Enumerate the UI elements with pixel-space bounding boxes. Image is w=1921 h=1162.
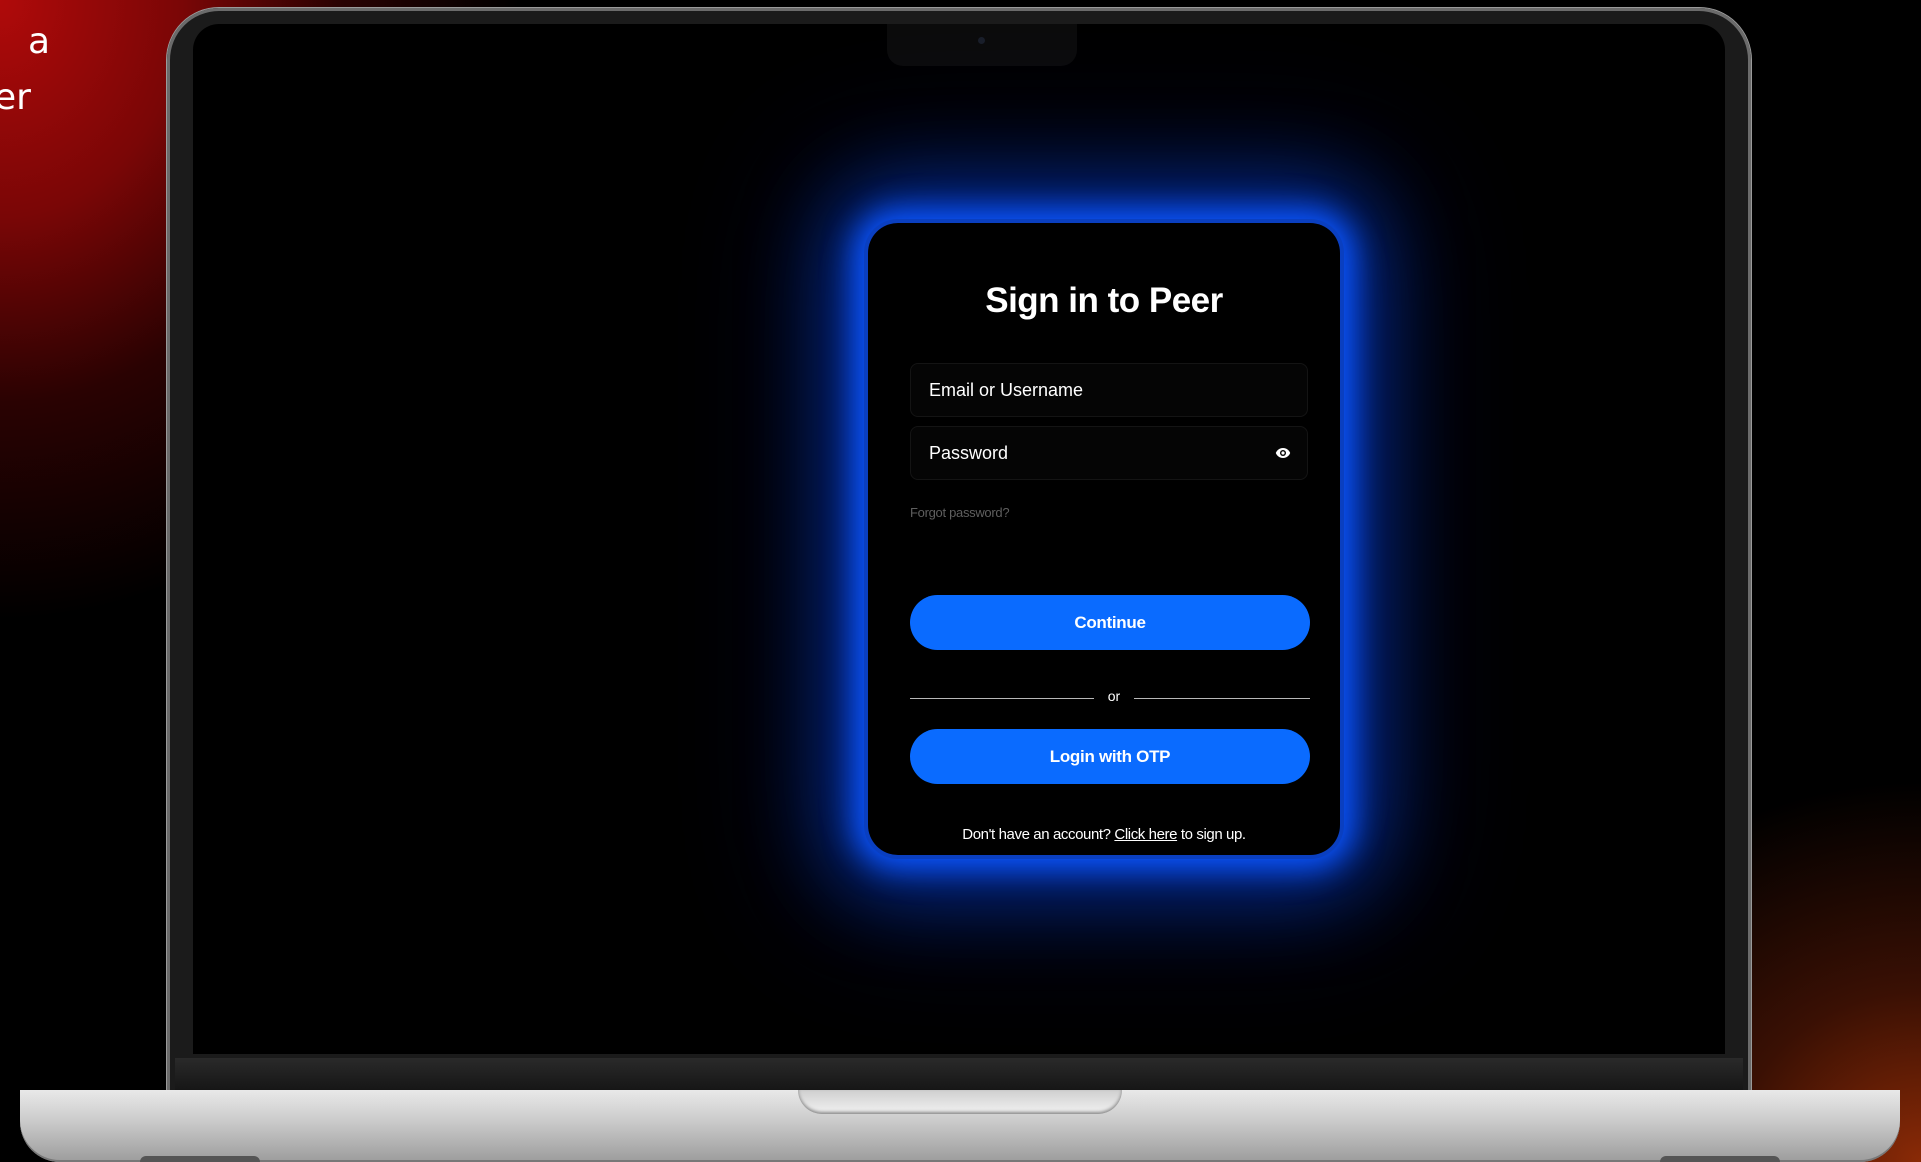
side-text-line-1: a: [28, 21, 51, 62]
password-placeholder: Password: [929, 443, 1009, 463]
trackpad-notch: [798, 1090, 1122, 1114]
laptop-lid: Sign in to Peer Email or Username Passwo…: [167, 8, 1751, 1098]
signup-prefix: Don't have an account?: [962, 826, 1111, 843]
laptop-foot-left: [140, 1156, 260, 1162]
email-placeholder: Email or Username: [929, 380, 1084, 400]
continue-button[interactable]: Continue: [910, 595, 1310, 650]
divider-text: or: [1107, 688, 1121, 704]
forgot-password-link[interactable]: Forgot password?: [910, 505, 1010, 520]
login-with-otp-button[interactable]: Login with OTP: [910, 729, 1310, 784]
eye-icon[interactable]: [1275, 447, 1291, 459]
divider-line-left: [910, 698, 1094, 699]
signup-prompt: Don't have an account? Click here to sig…: [868, 826, 1340, 843]
laptop-foot-right: [1660, 1156, 1780, 1162]
camera-notch: [887, 24, 1077, 66]
login-title: Sign in to Peer: [985, 281, 1223, 320]
signup-suffix: to sign up.: [1180, 826, 1246, 843]
laptop-base: [20, 1090, 1900, 1162]
camera-icon: [978, 37, 985, 44]
login-card: Sign in to Peer Email or Username Passwo…: [868, 223, 1340, 855]
email-field[interactable]: Email or Username: [910, 363, 1308, 417]
or-divider: or: [910, 688, 1310, 708]
laptop-screen: Sign in to Peer Email or Username Passwo…: [193, 24, 1725, 1054]
divider-line-right: [1134, 698, 1310, 699]
password-field[interactable]: Password: [910, 426, 1308, 480]
side-text-line-2: er: [0, 77, 31, 118]
backdrop: a er Sign in to Peer Email or Username P…: [0, 0, 1921, 1162]
signup-link[interactable]: Click here: [1114, 826, 1177, 843]
